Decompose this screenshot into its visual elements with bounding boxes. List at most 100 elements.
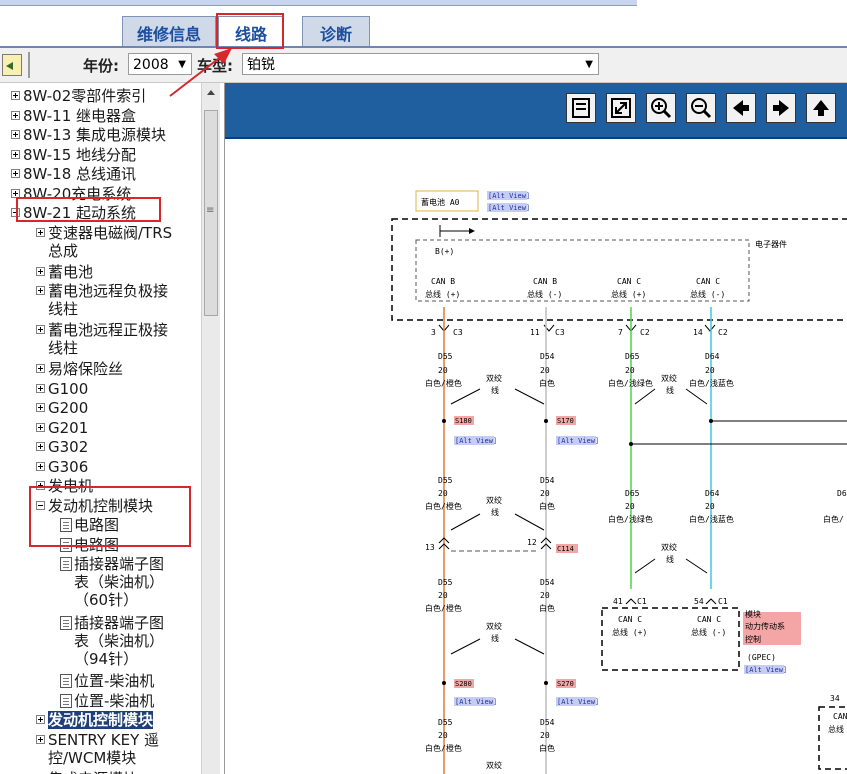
up-arrow-icon[interactable] [806,93,836,123]
expand-icon[interactable] [36,286,45,295]
tree-item[interactable]: 位置-柴油机 [60,672,154,690]
wire-code: D55 [438,476,453,485]
expand-icon[interactable] [36,227,45,237]
tree-item[interactable]: 8W-13 集成电源模块 [11,126,166,144]
pin-label: 总线 (+) [611,289,646,299]
tree-scrollbar[interactable]: ≡ [201,83,220,774]
tree-item[interactable]: 发动机控制模块 [36,711,154,729]
wire-gauge: 20 [540,731,550,740]
document-icon[interactable] [60,615,72,630]
tree-item[interactable]: G200 [36,399,88,417]
wire-color-partial: 白色/ [823,514,844,524]
alt-view-text: [Alt View] [557,437,599,445]
tree-item-label: 位置-柴油机 [74,672,155,690]
back-icon[interactable] [2,54,22,76]
connector-pin: 3 [431,328,436,337]
tree-item[interactable]: 8W-02零部件索引 [11,87,146,105]
document-icon[interactable] [60,557,72,571]
tree-item[interactable]: 8W-18 总线通讯 [11,165,136,183]
model-value: 铂锐 [247,57,275,73]
expand-icon[interactable] [36,266,45,276]
wire-color: 白色 [539,501,555,511]
wire-gauge: 20 [438,366,448,375]
grip-icon: ≡ [206,205,215,216]
connector-pin: 13 [425,543,435,552]
tree-item[interactable]: SENTRY KEY 遥 控/WCM模块 [33,731,159,767]
tree-item-label: G200 [48,399,89,417]
partial-module-pin: CAN [833,712,847,721]
connector-pin: 14 [693,328,703,337]
expand-icon[interactable] [36,325,45,334]
alt-view-text: [Alt View] [557,698,599,706]
toolbar-separator [28,52,30,78]
tree-item-label: 8W-13 集成电源模块 [23,126,167,144]
tree-item-label: SENTRY KEY 遥 控/WCM模块 [48,730,160,767]
tree-item-label: 插接器端子图 表（柴油机） （60针） [74,555,165,609]
tree-item-label: 插接器端子图 表（柴油机） （94针） [74,613,165,668]
pcm-name: 动力传动系 [745,621,785,631]
tree-item[interactable]: 8W-15 地线分配 [11,146,136,164]
expand-icon[interactable] [11,91,20,100]
right-arrow-icon[interactable] [766,93,796,123]
wire-gauge: 20 [438,591,448,600]
tree-item[interactable]: 易熔保险丝 [36,360,123,378]
list-icon[interactable] [566,93,596,123]
tree-item[interactable]: 蓄电池远程负极接 线柱 [33,282,168,318]
connector-pin: 12 [527,538,537,547]
tree-item[interactable]: 8W-11 继电器盒 [11,107,136,125]
wire-color: 白色/橙色 [425,501,462,511]
tree-item[interactable]: 集成电源模块 [36,770,138,774]
tree-item[interactable]: G302 [36,438,88,456]
tree-item[interactable]: G306 [36,458,88,476]
partial-module-pin: 总线 [828,724,844,734]
expand-icon[interactable] [36,422,45,432]
tab-diagnosis[interactable]: 诊断 [302,16,370,49]
tree-item[interactable]: 插接器端子图 表（柴油机） （60针） [57,555,164,609]
expand-icon[interactable] [36,403,45,412]
tree-item[interactable]: 变速器电磁阀/TRS 总成 [33,224,172,260]
tree-item-label: 位置-柴油机 [74,691,155,710]
tree-item[interactable]: 插接器端子图 表（柴油机） （94针） [57,614,164,668]
pin-label: CAN B [431,277,455,286]
expand-icon[interactable] [36,734,45,744]
expand-icon[interactable] [36,383,45,393]
document-icon[interactable] [60,674,72,688]
tree-item[interactable]: 位置-柴油机 [60,692,154,710]
model-select[interactable]: 铂锐 ▼ [242,53,599,75]
pin-label: CAN C [617,277,641,286]
wire-gauge: 20 [540,489,550,498]
tree-item-label: 8W-18 总线通讯 [23,165,137,183]
tree-item[interactable]: 蓄电池 [36,263,93,281]
pcm-pin: 总线 (-) [691,627,726,637]
left-arrow-icon[interactable] [726,93,756,123]
tree-item-label: 发动机控制模块 [48,711,154,729]
expand-icon[interactable] [11,169,20,178]
expand-icon[interactable] [36,364,45,373]
expand-icon[interactable] [36,461,45,471]
twisted-label: 双绞 [486,621,502,631]
expand-icon[interactable] [11,130,20,139]
zoom-in-icon[interactable] [646,93,676,123]
expand-icon[interactable] [36,715,45,724]
wire-color: 白色/橙色 [425,743,462,753]
tree-item[interactable]: G201 [36,419,88,437]
wire-code: D54 [540,352,555,361]
tree-item-label: G201 [48,418,89,437]
wire-color: 白色/浅蓝色 [689,378,734,388]
tree-item-label: 8W-02零部件索引 [23,87,147,105]
expand-icon[interactable] [11,110,20,120]
connector-id: C3 [555,328,565,337]
chevron-down-icon: ▼ [585,59,593,70]
tree-item[interactable]: 蓄电池远程正极接 线柱 [33,321,168,357]
tree-item[interactable]: G100 [36,380,88,398]
fit-icon[interactable] [606,93,636,123]
wire-code: D54 [540,476,555,485]
viewer-toolbar [225,83,847,139]
zoom-out-icon[interactable] [686,93,716,123]
tree-item-label: 集成电源模块 [48,770,138,774]
document-icon[interactable] [60,693,72,708]
expand-icon[interactable] [11,149,20,159]
connector-id: C3 [453,328,463,337]
annotation-box-starting-system [16,197,161,222]
expand-icon[interactable] [36,442,45,451]
